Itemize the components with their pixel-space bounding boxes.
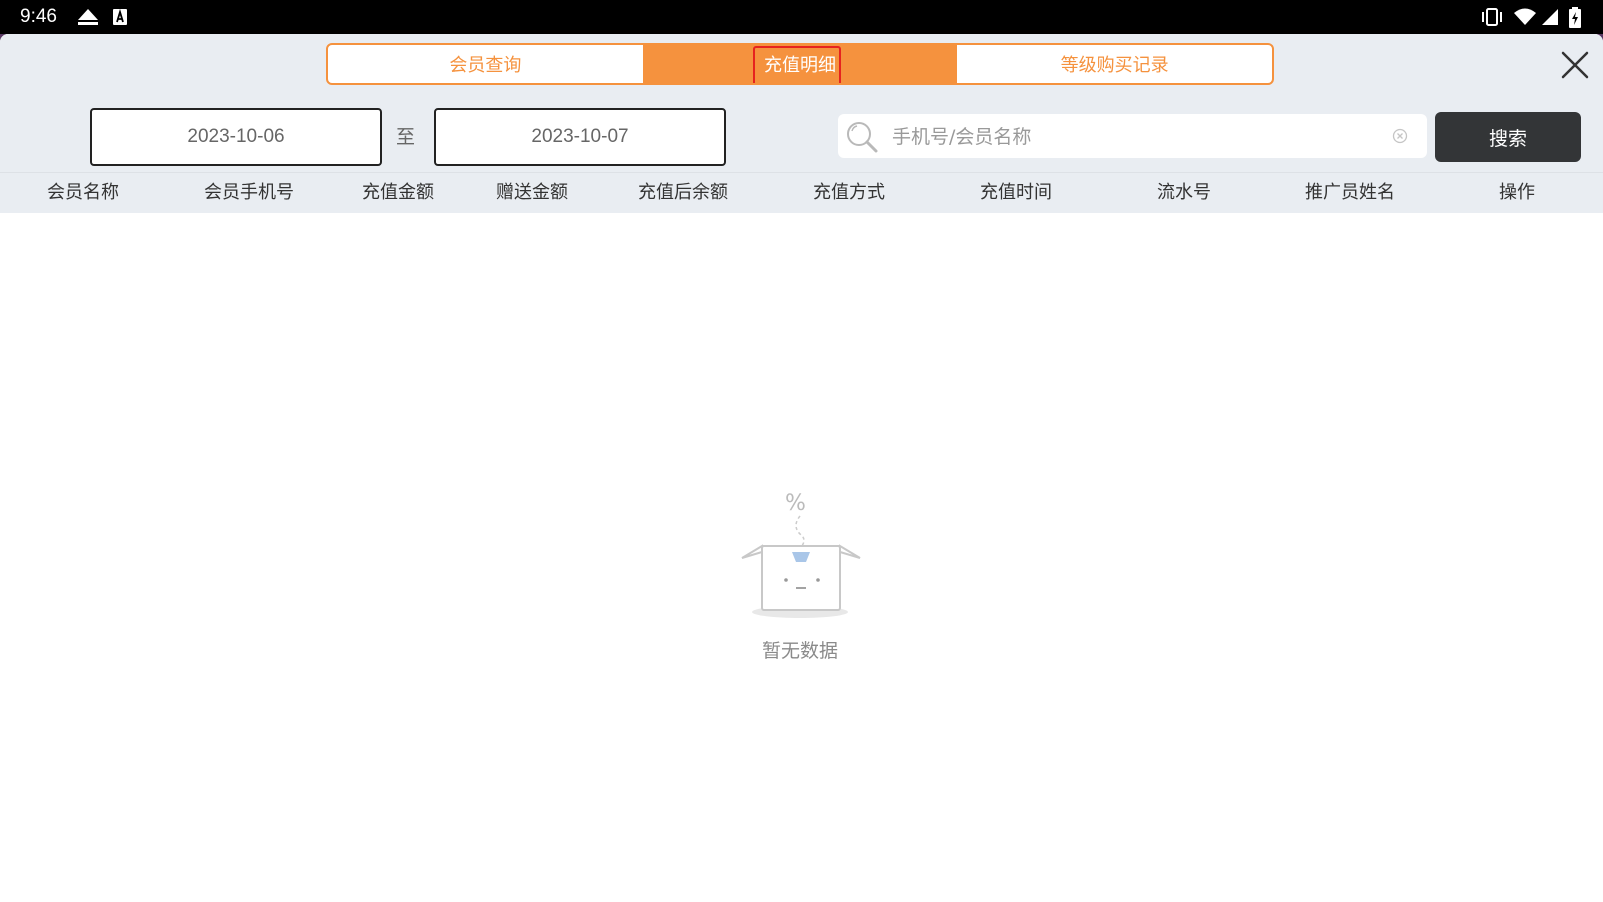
signal-icon	[1542, 9, 1558, 25]
column-header-actions: 操作	[1499, 182, 1535, 203]
column-header-serial-number: 流水号	[1157, 182, 1211, 203]
table-header: 会员名称 会员手机号 充值金额 赠送金额 充值后余额 充值方式 充值时间 流水号…	[0, 172, 1603, 213]
empty-state-text: 暂无数据	[761, 640, 838, 662]
column-header-recharge-method: 充值方式	[813, 182, 885, 203]
tab-recharge-detail[interactable]: 充值明细	[642, 45, 958, 83]
tab-label: 等级购买记录	[1060, 55, 1169, 76]
end-date-field[interactable]: 2023-10-07	[434, 108, 726, 166]
start-date-field[interactable]: 2023-10-06	[90, 108, 382, 166]
search-box	[838, 114, 1427, 160]
recharge-dialog: 会员查询 充值明细 等级购买记录 2023-10-06 至 2023-10-07	[0, 34, 1603, 902]
keyboard-a-icon	[113, 8, 127, 25]
column-header-recharge-time: 充值时间	[980, 182, 1052, 203]
tab-member-query[interactable]: 会员查询	[328, 45, 643, 83]
tab-bar: 会员查询 充值明细 等级购买记录	[326, 43, 1274, 85]
date-separator: 至	[396, 126, 416, 148]
column-header-recharge-amount: 充值金额	[362, 182, 434, 203]
eject-icon	[78, 9, 98, 25]
column-header-member-phone: 会员手机号	[204, 182, 294, 203]
column-header-bonus-amount: 赠送金额	[496, 182, 568, 203]
selection-highlight	[752, 46, 841, 83]
search-input[interactable]	[890, 114, 1374, 160]
battery-icon	[1569, 7, 1581, 28]
column-header-balance-after: 充值后余额	[638, 182, 728, 203]
column-header-promoter-name: 推广员姓名	[1305, 182, 1395, 203]
tab-level-purchase-records[interactable]: 等级购买记录	[957, 45, 1272, 83]
dialog-header: 会员查询 充值明细 等级购买记录 2023-10-06 至 2023-10-07	[0, 34, 1603, 172]
search-button[interactable]: 搜索	[1435, 112, 1581, 162]
tab-label: 会员查询	[449, 55, 522, 76]
clear-icon[interactable]	[1392, 128, 1408, 144]
search-icon	[847, 122, 878, 153]
wifi-icon	[1514, 8, 1536, 25]
status-bar: 9:46	[0, 0, 1603, 34]
svg-text:%: %	[785, 491, 806, 516]
empty-box-icon: %	[741, 491, 861, 618]
status-time: 9:46	[20, 6, 57, 27]
column-header-member-name: 会员名称	[47, 182, 119, 203]
vibrate-icon	[1482, 8, 1502, 26]
empty-state: % 暂无数据	[730, 464, 870, 664]
close-icon[interactable]	[1560, 50, 1590, 80]
